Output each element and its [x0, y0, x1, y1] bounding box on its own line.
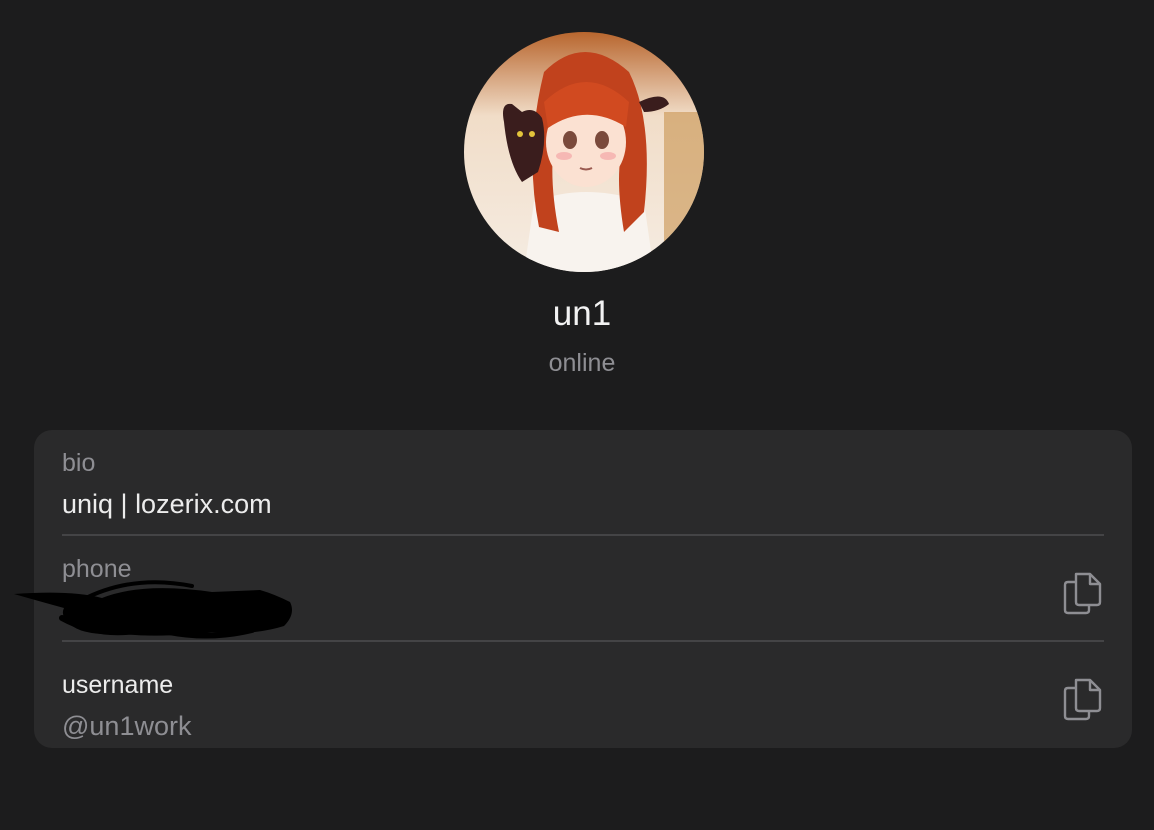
profile-status: online: [548, 349, 616, 377]
copy-icon: [1063, 572, 1102, 615]
copy-username-button[interactable]: [1062, 676, 1104, 722]
phone-row[interactable]: phone: [14, 536, 1132, 642]
profile-page: un1 online bio uniq | lozerix.com phone: [0, 0, 1154, 830]
bio-row[interactable]: bio uniq | lozerix.com: [62, 430, 1132, 536]
redaction-scribble: [14, 580, 292, 639]
copy-icon: [1063, 678, 1102, 721]
bio-label: bio: [62, 449, 96, 477]
username-label: username: [62, 671, 174, 699]
avatar[interactable]: [464, 32, 704, 272]
copy-phone-button[interactable]: [1062, 570, 1104, 616]
bio-value: uniq | lozerix.com: [62, 489, 272, 519]
username-value: @un1work: [62, 711, 192, 741]
avatar-illustration: [464, 32, 704, 272]
profile-name: un1: [552, 294, 612, 333]
username-row[interactable]: username @un1work: [62, 642, 1132, 748]
info-card: bio uniq | lozerix.com phone username @u…: [14, 430, 1132, 748]
